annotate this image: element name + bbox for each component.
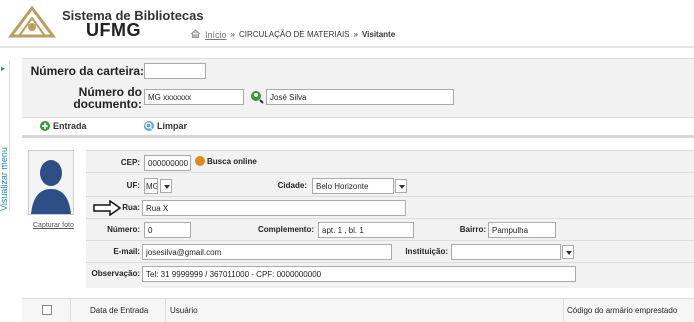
column-separator bbox=[563, 299, 564, 322]
section-divider bbox=[22, 135, 694, 138]
column-header-entry-date[interactable]: Data de Entrada bbox=[90, 306, 148, 315]
breadcrumb-home-link[interactable]: Início bbox=[205, 30, 227, 40]
district-input[interactable]: Pampulha bbox=[488, 222, 556, 238]
select-all-checkbox[interactable] bbox=[42, 305, 52, 315]
search-online-icon bbox=[195, 156, 205, 166]
header-divider bbox=[0, 46, 694, 48]
district-label: Bairro: bbox=[459, 225, 486, 234]
column-header-locker-code[interactable]: Código do armário emprestado bbox=[567, 306, 677, 315]
email-input[interactable]: josesilva@gmail.com bbox=[142, 244, 392, 260]
institution-select[interactable] bbox=[451, 244, 561, 260]
user-lookup-icon[interactable] bbox=[250, 90, 264, 104]
note-input[interactable]: Tel: 31 9999999 / 367011000 - CPF: 00000… bbox=[142, 266, 576, 282]
visitor-table-header: Data de Entrada Usuário Código do armári… bbox=[22, 298, 694, 322]
entry-button[interactable]: Entrada bbox=[40, 121, 87, 131]
uf-dropdown-icon[interactable] bbox=[160, 179, 172, 193]
breadcrumb-separator: » bbox=[353, 30, 358, 39]
column-separator bbox=[70, 299, 71, 322]
city-select[interactable]: Belo Horizonte bbox=[312, 178, 394, 194]
menu-toggle[interactable]: ▸ Visualizar menu bbox=[0, 60, 10, 211]
pointer-arrow-icon bbox=[92, 199, 122, 217]
uf-label: UF: bbox=[126, 181, 140, 190]
menu-toggle-label[interactable]: Visualizar menu bbox=[0, 111, 9, 211]
cep-search-button[interactable]: Busca online bbox=[195, 156, 257, 166]
breadcrumb-current: Visitante bbox=[361, 30, 396, 39]
home-icon[interactable] bbox=[190, 29, 201, 40]
app-subtitle: UFMG bbox=[86, 20, 141, 40]
street-label: Rua: bbox=[122, 203, 140, 212]
cep-search-label: Busca online bbox=[207, 156, 257, 166]
clear-button[interactable]: Limpar bbox=[144, 121, 187, 131]
document-number-label: Número do documento: bbox=[73, 85, 142, 111]
avatar-icon bbox=[29, 151, 73, 214]
expand-arrow-icon: ▸ bbox=[1, 64, 6, 73]
column-separator bbox=[165, 299, 166, 322]
institution-dropdown-icon[interactable] bbox=[562, 245, 574, 259]
form-row-divider bbox=[86, 172, 694, 173]
card-number-label: Número da carteira: bbox=[30, 64, 144, 78]
clear-button-label: Limpar bbox=[157, 121, 188, 131]
uf-select[interactable]: MG bbox=[144, 178, 158, 194]
ufmg-logo[interactable] bbox=[5, 4, 59, 40]
city-dropdown-icon[interactable] bbox=[395, 179, 407, 193]
form-row-divider bbox=[86, 262, 694, 263]
breadcrumb: Início » CIRCULAÇÃO DE MATERIAIS » Visit… bbox=[190, 29, 395, 40]
capture-photo-link[interactable]: Capturar foto bbox=[33, 222, 74, 229]
form-row-divider bbox=[86, 196, 694, 197]
complement-label: Complemento: bbox=[258, 225, 314, 234]
document-number-input[interactable]: MG xxxxxxx bbox=[144, 89, 244, 105]
number-label: Número: bbox=[107, 225, 140, 234]
plus-icon bbox=[40, 121, 50, 131]
magnifier-icon bbox=[144, 121, 154, 131]
number-input[interactable]: 0 bbox=[144, 222, 191, 238]
card-number-input[interactable] bbox=[144, 63, 206, 79]
note-label: Observação: bbox=[91, 269, 140, 278]
form-row-divider bbox=[86, 218, 694, 219]
complement-input[interactable]: apt. 1 , bl. 1 bbox=[318, 222, 414, 238]
entry-button-label: Entrada bbox=[53, 121, 87, 131]
cep-label: CEP: bbox=[120, 158, 140, 167]
column-header-user[interactable]: Usuário bbox=[170, 306, 198, 315]
search-panel: Número da carteira: Número do documento:… bbox=[22, 58, 694, 118]
street-input[interactable]: Rua X bbox=[142, 200, 406, 216]
form-row-divider bbox=[86, 240, 694, 241]
app-header: Sistema de Bibliotecas UFMG Início » CIR… bbox=[0, 0, 694, 46]
user-name-field[interactable]: José Silva bbox=[266, 89, 454, 105]
cep-input[interactable]: 000000000 bbox=[144, 155, 191, 171]
visitor-photo-placeholder bbox=[28, 150, 74, 215]
institution-label: Instituição: bbox=[405, 247, 448, 256]
breadcrumb-section[interactable]: CIRCULAÇÃO DE MATERIAIS bbox=[239, 30, 350, 39]
city-label: Cidade: bbox=[277, 181, 307, 190]
email-label: E-mail: bbox=[113, 247, 140, 256]
breadcrumb-separator: » bbox=[230, 30, 235, 39]
